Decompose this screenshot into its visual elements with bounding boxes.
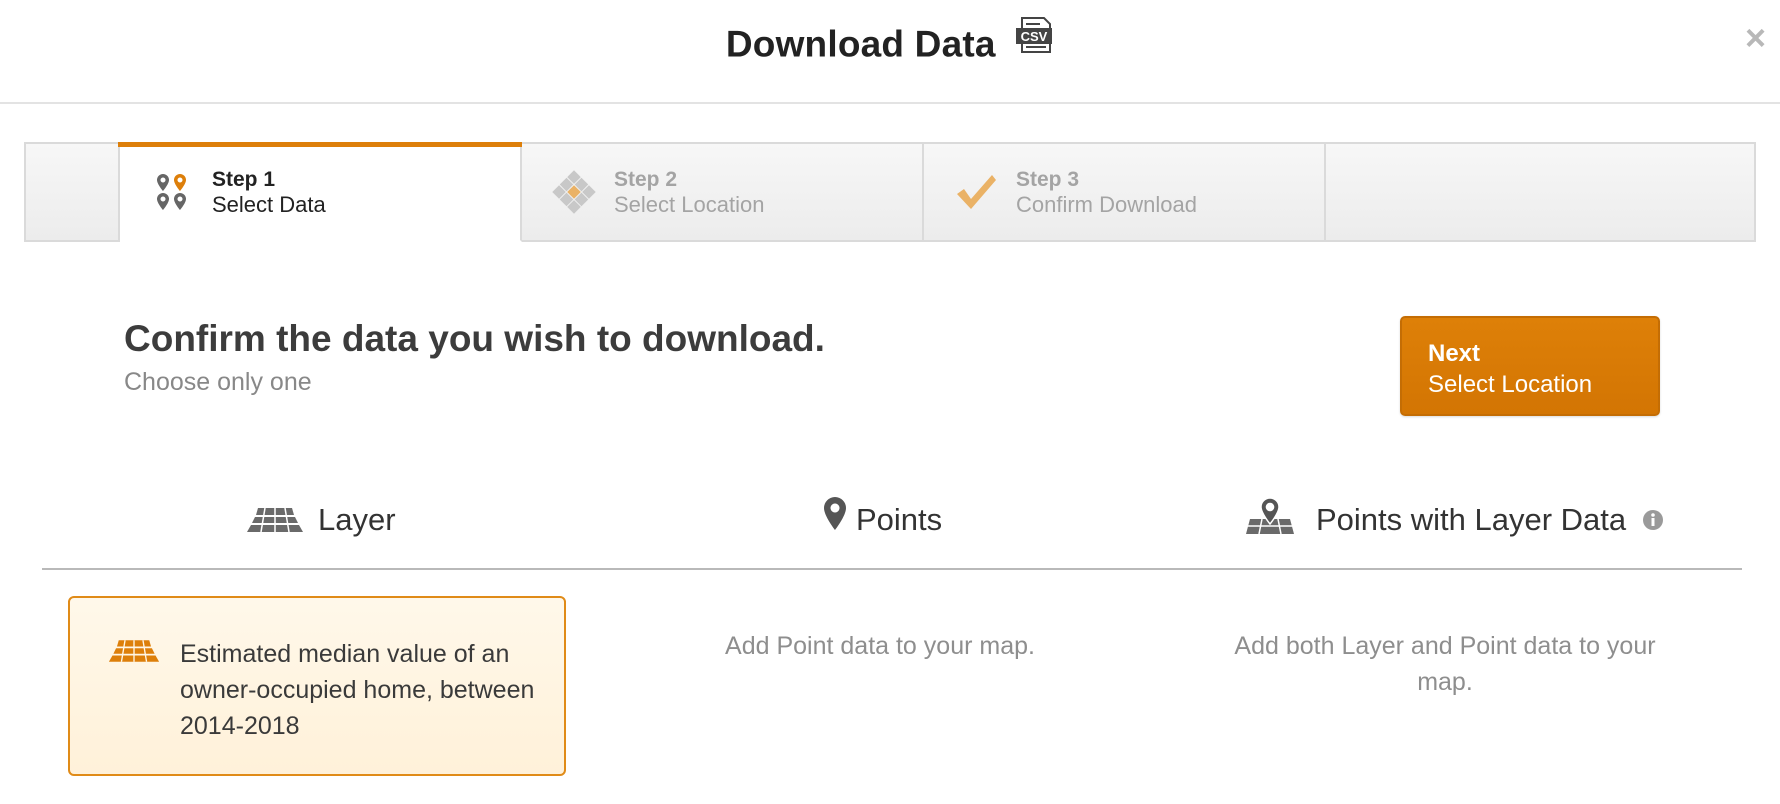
step-2-tab[interactable]: Step 2 Select Location	[522, 144, 924, 240]
step-number: Step 2	[614, 168, 678, 191]
step-1-tab[interactable]: Step 1 Select Data	[118, 142, 522, 242]
location-grid-icon	[550, 168, 598, 216]
tab-layer[interactable]: Layer	[246, 490, 396, 550]
page-subline: Choose only one	[124, 368, 312, 396]
map-pin-icon	[822, 496, 848, 532]
data-type-tabs: Layer Points Points with Layer Data	[42, 490, 1742, 570]
csv-file-icon: CSV	[1014, 16, 1054, 61]
close-icon[interactable]: ×	[1745, 17, 1766, 58]
step-2-text: Step 2 Select Location	[614, 167, 764, 217]
tab-points-with-layer-data[interactable]: Points with Layer Data	[1242, 490, 1664, 550]
steps-filler	[1326, 144, 1754, 240]
step-3-text: Step 3 Confirm Download	[1016, 167, 1197, 217]
pin-on-map-icon	[1242, 497, 1298, 535]
tab-points-label: Points	[856, 502, 943, 537]
layer-data-card-text: Estimated median value of an owner-occup…	[180, 640, 535, 740]
steps-bar: Step 1 Select Data Step 2 Select Locatio…	[24, 142, 1756, 242]
steps-spacer	[26, 144, 120, 240]
layer-icon	[108, 638, 160, 669]
step-number: Step 3	[1016, 168, 1080, 191]
next-button-sublabel: Select Location	[1428, 371, 1593, 398]
csv-badge-text: CSV	[1021, 29, 1048, 44]
info-icon[interactable]	[1642, 509, 1664, 531]
modal-title: Download Data	[725, 23, 996, 65]
next-button[interactable]: Next Select Location	[1400, 316, 1660, 416]
next-button-label: Next	[1428, 340, 1481, 367]
tab-points[interactable]: Points	[822, 490, 942, 550]
points-with-layer-data-description: Add both Layer and Point data to your ma…	[1234, 632, 1656, 696]
page-headline: Confirm the data you wish to download.	[124, 318, 825, 359]
step-3-tab[interactable]: Step 3 Confirm Download	[924, 144, 1326, 240]
step-label: Select Location	[614, 192, 765, 217]
layer-data-card[interactable]: Estimated median value of an owner-occup…	[68, 596, 566, 776]
modal-header: Download Data CSV ×	[0, 0, 1780, 104]
step-label: Select Data	[212, 192, 326, 217]
close-button[interactable]: ×	[1745, 20, 1766, 56]
checkmark-icon	[952, 168, 1000, 216]
tab-points-with-layer-data-label: Points with Layer Data	[1316, 502, 1627, 537]
tab-layer-label: Layer	[318, 502, 396, 537]
step-number: Step 1	[212, 168, 276, 191]
points-description: Add Point data to your map.	[725, 632, 1035, 660]
step-1-text: Step 1 Select Data	[212, 167, 326, 217]
step-label: Confirm Download	[1016, 192, 1197, 217]
multi-pin-icon	[148, 168, 196, 216]
layer-icon	[246, 507, 304, 533]
title-wrap: Download Data CSV	[0, 17, 1780, 67]
